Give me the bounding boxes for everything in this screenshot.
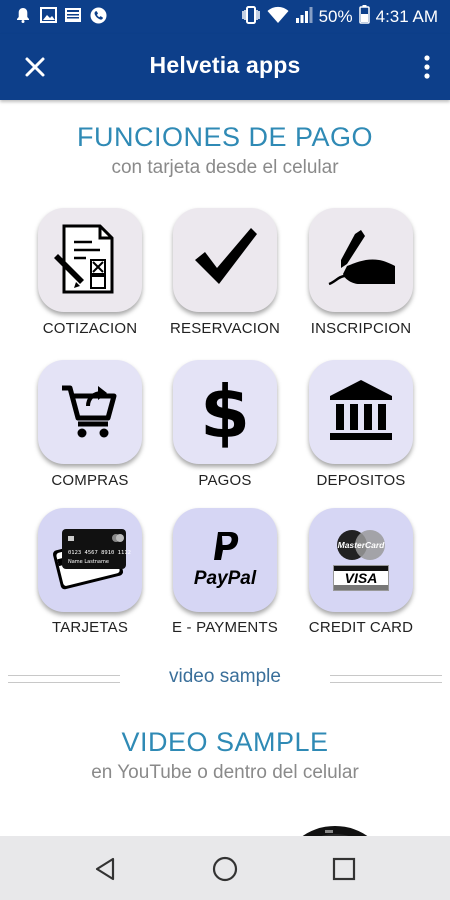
notification-bell-icon — [14, 6, 32, 24]
tile-label-tarjetas: TARJETAS — [51, 619, 129, 636]
visa-logo: VISA — [333, 565, 389, 591]
mastercard-text: MasterCard — [338, 540, 386, 550]
battery-icon — [358, 5, 370, 29]
tile-label-credit-card: CREDIT CARD — [308, 619, 414, 636]
tile-label-depositos: DEPOSITOS — [316, 472, 406, 489]
wifi-icon — [267, 6, 289, 29]
tile-cotizacion[interactable] — [38, 208, 142, 312]
separator-line-right — [330, 675, 442, 683]
tile-tarjetas[interactable]: 0123 4567 8910 1112 Name Lastname — [38, 508, 142, 612]
dollar-icon: $ — [199, 370, 251, 454]
tile-label-compras: COMPRAS — [51, 472, 129, 489]
news-icon — [64, 6, 82, 24]
signal-icon — [295, 6, 313, 29]
card-name: Name Lastname — [68, 559, 109, 565]
quote-document-icon — [50, 218, 130, 303]
section-title-payment: FUNCIONES DE PAGO — [76, 122, 374, 152]
section-title-video: VIDEO SAMPLE — [121, 727, 329, 757]
clock: 4:31 AM — [375, 7, 438, 26]
recents-icon[interactable] — [327, 852, 361, 886]
more-vert-icon[interactable] — [420, 54, 434, 80]
signature-hand-icon — [325, 228, 397, 293]
paypal-wordmark: PayPal — [193, 568, 257, 589]
tile-e-payments[interactable]: PayPal — [173, 508, 277, 612]
tile-credit-card[interactable]: MasterCard VISA — [309, 508, 413, 612]
tile-label-cotizacion: COTIZACION — [42, 320, 138, 337]
status-bar: 50% 4:31 AM — [0, 0, 450, 34]
tile-depositos[interactable] — [309, 360, 413, 464]
tile-label-pagos: PAGOS — [198, 472, 252, 489]
tile-inscripcion[interactable] — [309, 208, 413, 312]
section-subtitle-video: en YouTube o dentro del celular — [91, 762, 359, 783]
tile-label-inscripcion: INSCRIPCION — [310, 320, 412, 337]
phone-icon — [89, 6, 107, 24]
credit-cards-icon: 0123 4567 8910 1112 Name Lastname — [48, 523, 132, 598]
image-icon — [39, 6, 57, 24]
tile-compras[interactable] — [38, 360, 142, 464]
mastercard-visa-icon: MasterCard VISA — [331, 529, 391, 591]
tile-reservacion[interactable] — [173, 208, 277, 312]
back-icon[interactable] — [88, 852, 122, 886]
home-icon[interactable] — [208, 852, 242, 886]
battery-percent: 50% — [318, 7, 353, 26]
tile-pagos[interactable]: $ — [173, 360, 277, 464]
card-number: 0123 4567 8910 1112 — [68, 550, 131, 556]
tile-label-e-payments: E - PAYMENTS — [171, 619, 279, 636]
checkmark-icon — [187, 220, 263, 301]
paypal-icon: PayPal — [194, 530, 256, 590]
app-title: Helvetia apps — [149, 52, 301, 78]
section-subtitle-payment: con tarjeta desde el celular — [111, 157, 339, 178]
bank-icon — [328, 378, 394, 447]
tile-label-reservacion: RESERVACION — [169, 320, 280, 337]
shopping-cart-icon — [58, 378, 122, 447]
navigation-bar — [0, 836, 450, 900]
app-bar: Helvetia apps — [0, 34, 450, 100]
vibrate-icon — [241, 5, 261, 29]
